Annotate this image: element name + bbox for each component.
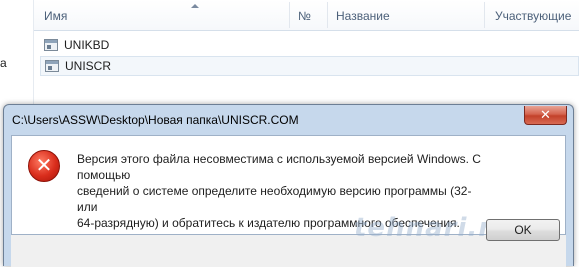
dialog-title: C:\Users\ASSW\Desktop\Новая папка\UNISCR… [12, 113, 299, 127]
column-divider[interactable] [327, 2, 328, 28]
column-divider[interactable] [289, 2, 290, 28]
file-name: UNIKBD [64, 38, 110, 52]
dialog-title-bar[interactable]: C:\Users\ASSW\Desktop\Новая папка\UNISCR… [4, 105, 573, 135]
close-button[interactable]: ✕ [524, 106, 567, 125]
navigation-pane-text-fragment: а [0, 56, 7, 70]
column-header-title[interactable]: Название [336, 0, 390, 30]
file-name: UNISCR [65, 59, 112, 73]
file-row-unikbd[interactable]: UNIKBD [40, 36, 579, 56]
application-file-icon [45, 60, 59, 72]
column-header-number[interactable]: № [298, 0, 311, 30]
error-dialog: C:\Users\ASSW\Desktop\Новая папка\UNISCR… [3, 104, 574, 267]
column-header-name[interactable]: Имя [44, 0, 67, 30]
column-header-bar: Имя № Название Участвующие [34, 0, 579, 31]
error-icon: ✕ [28, 150, 60, 182]
sort-ascending-icon [191, 4, 199, 8]
error-message-line: Версия этого файла несовместима с исполь… [77, 152, 481, 182]
column-header-participants[interactable]: Участвующие [495, 0, 571, 30]
error-message-line: сведений о системе определите необходиму… [77, 184, 472, 214]
close-icon: ✕ [540, 107, 551, 122]
file-row-uniscr[interactable]: UNISCR [40, 56, 579, 76]
column-divider[interactable] [484, 2, 485, 28]
application-file-icon [44, 39, 58, 51]
ok-button[interactable]: OK [486, 219, 560, 241]
